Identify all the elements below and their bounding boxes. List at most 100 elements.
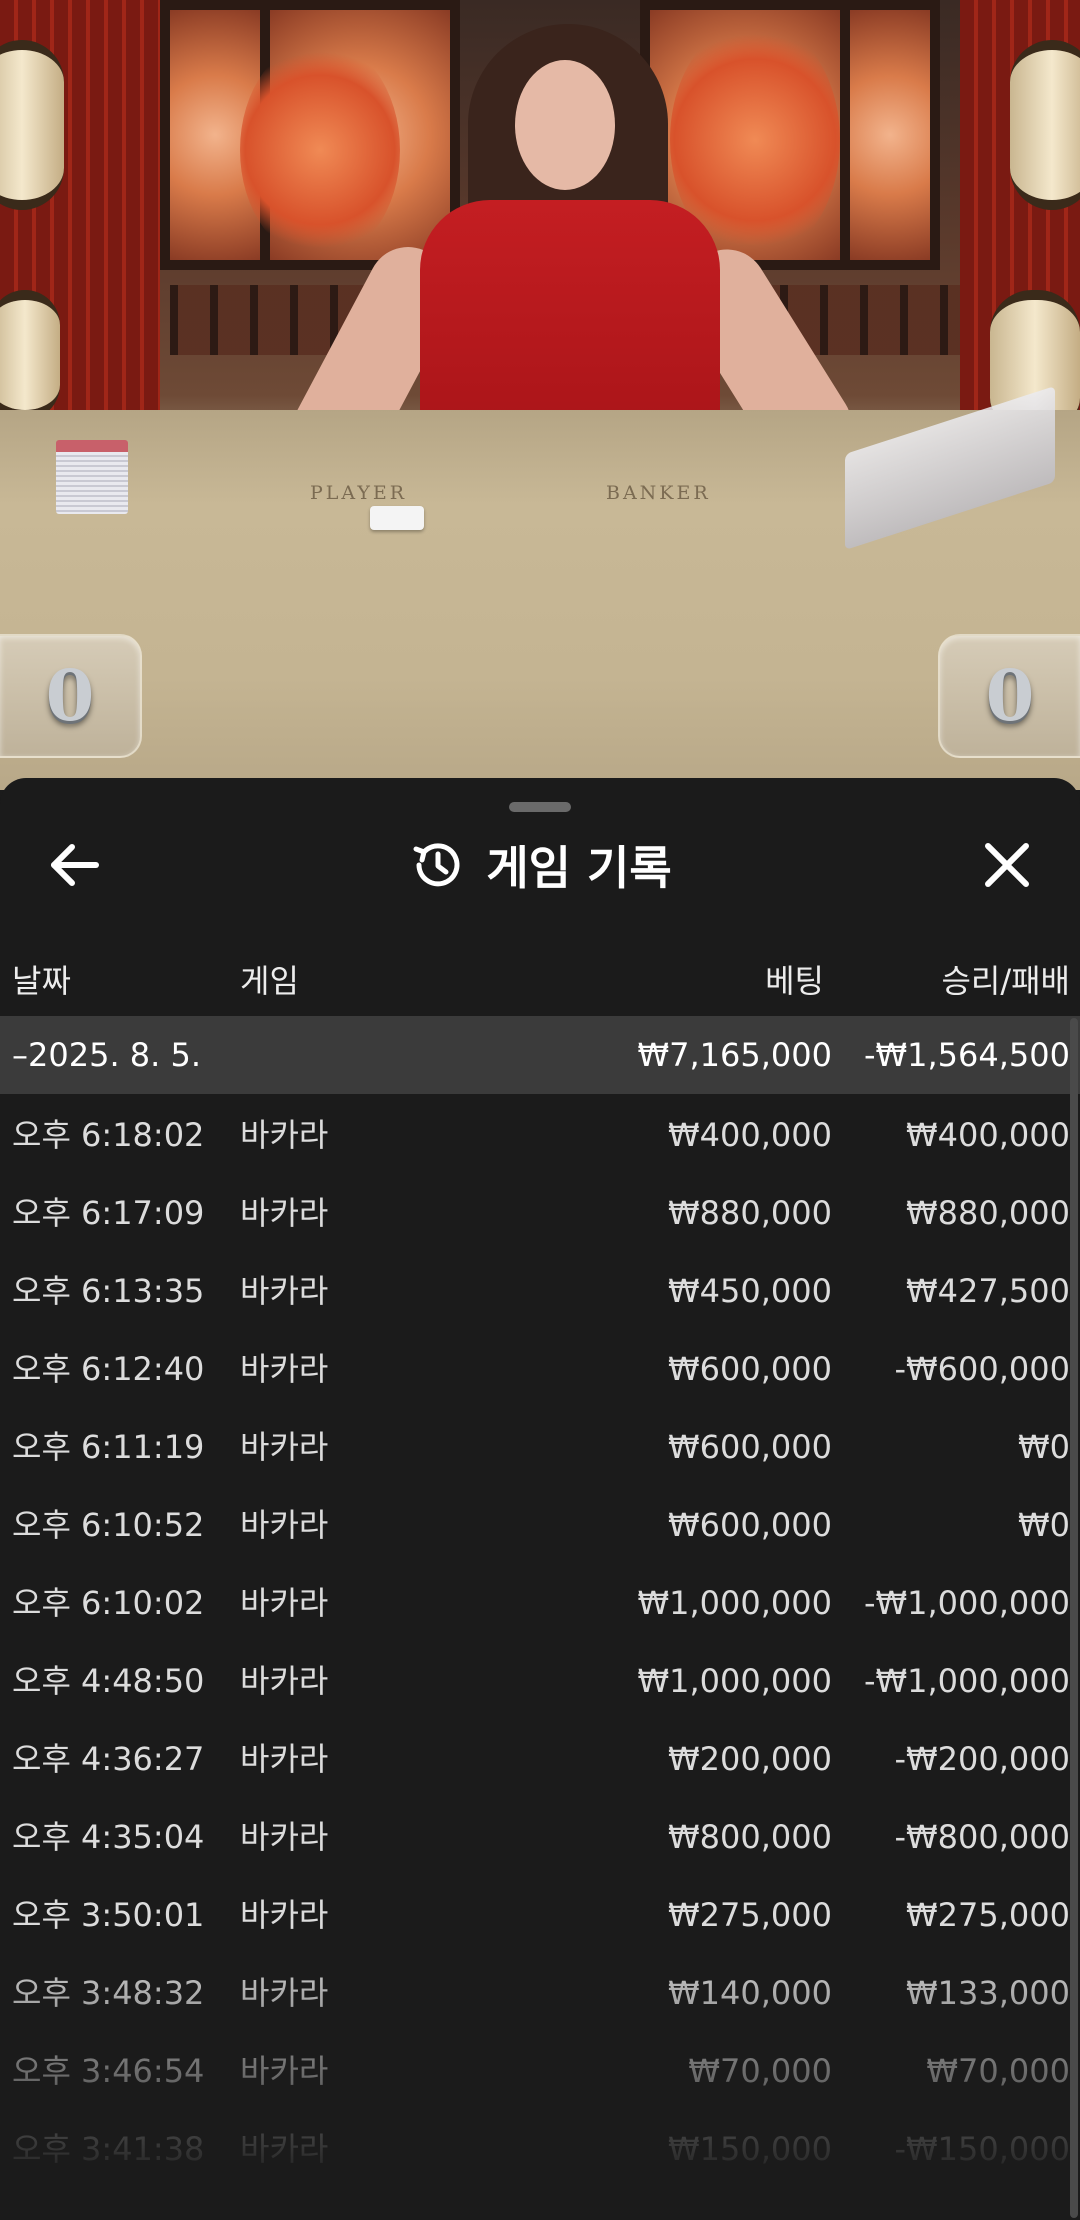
- history-row[interactable]: 오후 6:13:35 바카라 ₩450,000 ₩427,500: [0, 1252, 1080, 1330]
- row-time: 오후 3:48:32: [12, 1974, 205, 2012]
- row-bet: ₩600,000: [668, 1506, 832, 1544]
- panel-header: 게임 기록: [0, 830, 1080, 900]
- history-row[interactable]: 오후 3:41:38 바카라 ₩150,000 -₩150,000: [0, 2110, 1080, 2188]
- row-bet: ₩600,000: [668, 1428, 832, 1466]
- row-bet: ₩70,000: [688, 2052, 832, 2090]
- row-bet: ₩275,000: [668, 1896, 832, 1934]
- row-bet: ₩880,000: [668, 1194, 832, 1232]
- row-time: 오후 6:13:35: [12, 1272, 205, 1310]
- table-label-player: PLAYER: [310, 482, 408, 504]
- banker-score-box: 0: [938, 634, 1080, 758]
- row-game: 바카라: [240, 1584, 329, 1622]
- row-game: 바카라: [240, 1272, 329, 1310]
- row-game: 바카라: [240, 2052, 329, 2090]
- playing-card: [370, 506, 424, 530]
- live-video-stream: PLAYER BANKER 0 0: [0, 0, 1080, 790]
- history-row[interactable]: 오후 3:50:01 바카라 ₩275,000 ₩275,000: [0, 1876, 1080, 1954]
- column-header-date[interactable]: 날짜: [12, 956, 71, 1002]
- date-group-win-loss-total: -₩1,564,500: [863, 1036, 1070, 1074]
- row-bet: ₩450,000: [668, 1272, 832, 1310]
- history-row[interactable]: 오후 6:11:19 바카라 ₩600,000 ₩0: [0, 1408, 1080, 1486]
- row-win-loss: ₩0: [1018, 1428, 1070, 1466]
- row-time: 오후 3:50:01: [12, 1896, 205, 1934]
- row-game: 바카라: [240, 1818, 329, 1856]
- row-win-loss: -₩600,000: [894, 1350, 1070, 1388]
- history-row[interactable]: 오후 4:35:04 바카라 ₩800,000 -₩800,000: [0, 1798, 1080, 1876]
- history-row[interactable]: 오후 4:36:27 바카라 ₩200,000 -₩200,000: [0, 1720, 1080, 1798]
- row-game: 바카라: [240, 1350, 329, 1388]
- row-bet: ₩1,000,000: [637, 1584, 833, 1622]
- row-time: 오후 6:17:09: [12, 1194, 205, 1232]
- row-bet: ₩400,000: [668, 1116, 832, 1154]
- column-header-game[interactable]: 게임: [240, 956, 299, 1002]
- discard-card-stack: [56, 440, 128, 514]
- row-time: 오후 6:11:19: [12, 1428, 205, 1466]
- row-game: 바카라: [240, 1896, 329, 1934]
- date-group-label: –2025. 8. 5.: [12, 1036, 202, 1074]
- drag-handle[interactable]: [509, 802, 571, 812]
- row-time: 오후 4:36:27: [12, 1740, 205, 1778]
- player-score-box: 0: [0, 634, 142, 758]
- row-game: 바카라: [240, 1428, 329, 1466]
- history-row[interactable]: 오후 3:46:54 바카라 ₩70,000 ₩70,000: [0, 2032, 1080, 2110]
- close-button[interactable]: [972, 830, 1042, 900]
- history-row[interactable]: 오후 4:48:50 바카라 ₩1,000,000 -₩1,000,000: [0, 1642, 1080, 1720]
- lantern: [1010, 40, 1080, 210]
- row-bet: ₩600,000: [668, 1350, 832, 1388]
- row-win-loss: ₩400,000: [906, 1116, 1070, 1154]
- row-game: 바카라: [240, 1974, 329, 2012]
- table-label-banker: BANKER: [606, 482, 711, 504]
- row-win-loss: -₩150,000: [894, 2130, 1070, 2168]
- game-history-panel: 게임 기록 날짜 게임 베팅 승리/패배 –2025. 8. 5. ₩7,165…: [0, 778, 1080, 2220]
- row-win-loss: -₩1,000,000: [863, 1662, 1070, 1700]
- row-time: 오후 6:10:52: [12, 1506, 205, 1544]
- history-row[interactable]: 오후 6:18:02 바카라 ₩400,000 ₩400,000: [0, 1096, 1080, 1174]
- lantern: [0, 40, 64, 210]
- player-score: 0: [45, 654, 95, 737]
- scrollbar[interactable]: [1070, 1018, 1078, 2218]
- row-win-loss: ₩427,500: [906, 1272, 1070, 1310]
- row-game: 바카라: [240, 1662, 329, 1700]
- row-win-loss: ₩880,000: [906, 1194, 1070, 1232]
- row-win-loss: ₩275,000: [906, 1896, 1070, 1934]
- row-time: 오후 4:35:04: [12, 1818, 205, 1856]
- close-icon: [985, 843, 1029, 887]
- row-game: 바카라: [240, 1506, 329, 1544]
- row-win-loss: ₩70,000: [926, 2052, 1070, 2090]
- history-icon: [413, 843, 460, 887]
- row-win-loss: ₩0: [1018, 1506, 1070, 1544]
- row-time: 오후 6:18:02: [12, 1116, 205, 1154]
- row-win-loss: -₩200,000: [894, 1740, 1070, 1778]
- date-group-row[interactable]: –2025. 8. 5. ₩7,165,000 -₩1,564,500: [0, 1016, 1080, 1094]
- history-row[interactable]: 오후 6:12:40 바카라 ₩600,000 -₩600,000: [0, 1330, 1080, 1408]
- row-win-loss: -₩1,000,000: [863, 1584, 1070, 1622]
- row-time: 오후 3:41:38: [12, 2130, 205, 2168]
- history-row[interactable]: 오후 6:10:02 바카라 ₩1,000,000 -₩1,000,000: [0, 1564, 1080, 1642]
- row-time: 오후 6:12:40: [12, 1350, 205, 1388]
- blossom-decoration: [240, 40, 400, 260]
- row-game: 바카라: [240, 1194, 329, 1232]
- row-time: 오후 4:48:50: [12, 1662, 205, 1700]
- history-row[interactable]: 오후 3:48:32 바카라 ₩140,000 ₩133,000: [0, 1954, 1080, 2032]
- panel-title: 게임 기록: [486, 841, 672, 895]
- banker-score: 0: [985, 654, 1035, 737]
- history-row[interactable]: 오후 6:17:09 바카라 ₩880,000 ₩880,000: [0, 1174, 1080, 1252]
- column-header-bet[interactable]: 베팅: [765, 956, 824, 1002]
- window-panel: [840, 0, 940, 270]
- dealer-face: [515, 60, 615, 190]
- row-bet: ₩1,000,000: [637, 1662, 833, 1700]
- row-time: 오후 3:46:54: [12, 2052, 205, 2090]
- row-bet: ₩140,000: [668, 1974, 832, 2012]
- row-win-loss: ₩133,000: [906, 1974, 1070, 2012]
- row-game: 바카라: [240, 2130, 329, 2168]
- history-row[interactable]: 오후 6:10:52 바카라 ₩600,000 ₩0: [0, 1486, 1080, 1564]
- row-bet: ₩800,000: [668, 1818, 832, 1856]
- row-bet: ₩150,000: [668, 2130, 832, 2168]
- row-game: 바카라: [240, 1116, 329, 1154]
- row-bet: ₩200,000: [668, 1740, 832, 1778]
- column-header-win-loss[interactable]: 승리/패배: [941, 956, 1070, 1002]
- date-group-bet-total: ₩7,165,000: [637, 1036, 833, 1074]
- history-list: 오후 6:18:02 바카라 ₩400,000 ₩400,000 오후 6:17…: [0, 1096, 1080, 2188]
- row-game: 바카라: [240, 1740, 329, 1778]
- row-time: 오후 6:10:02: [12, 1584, 205, 1622]
